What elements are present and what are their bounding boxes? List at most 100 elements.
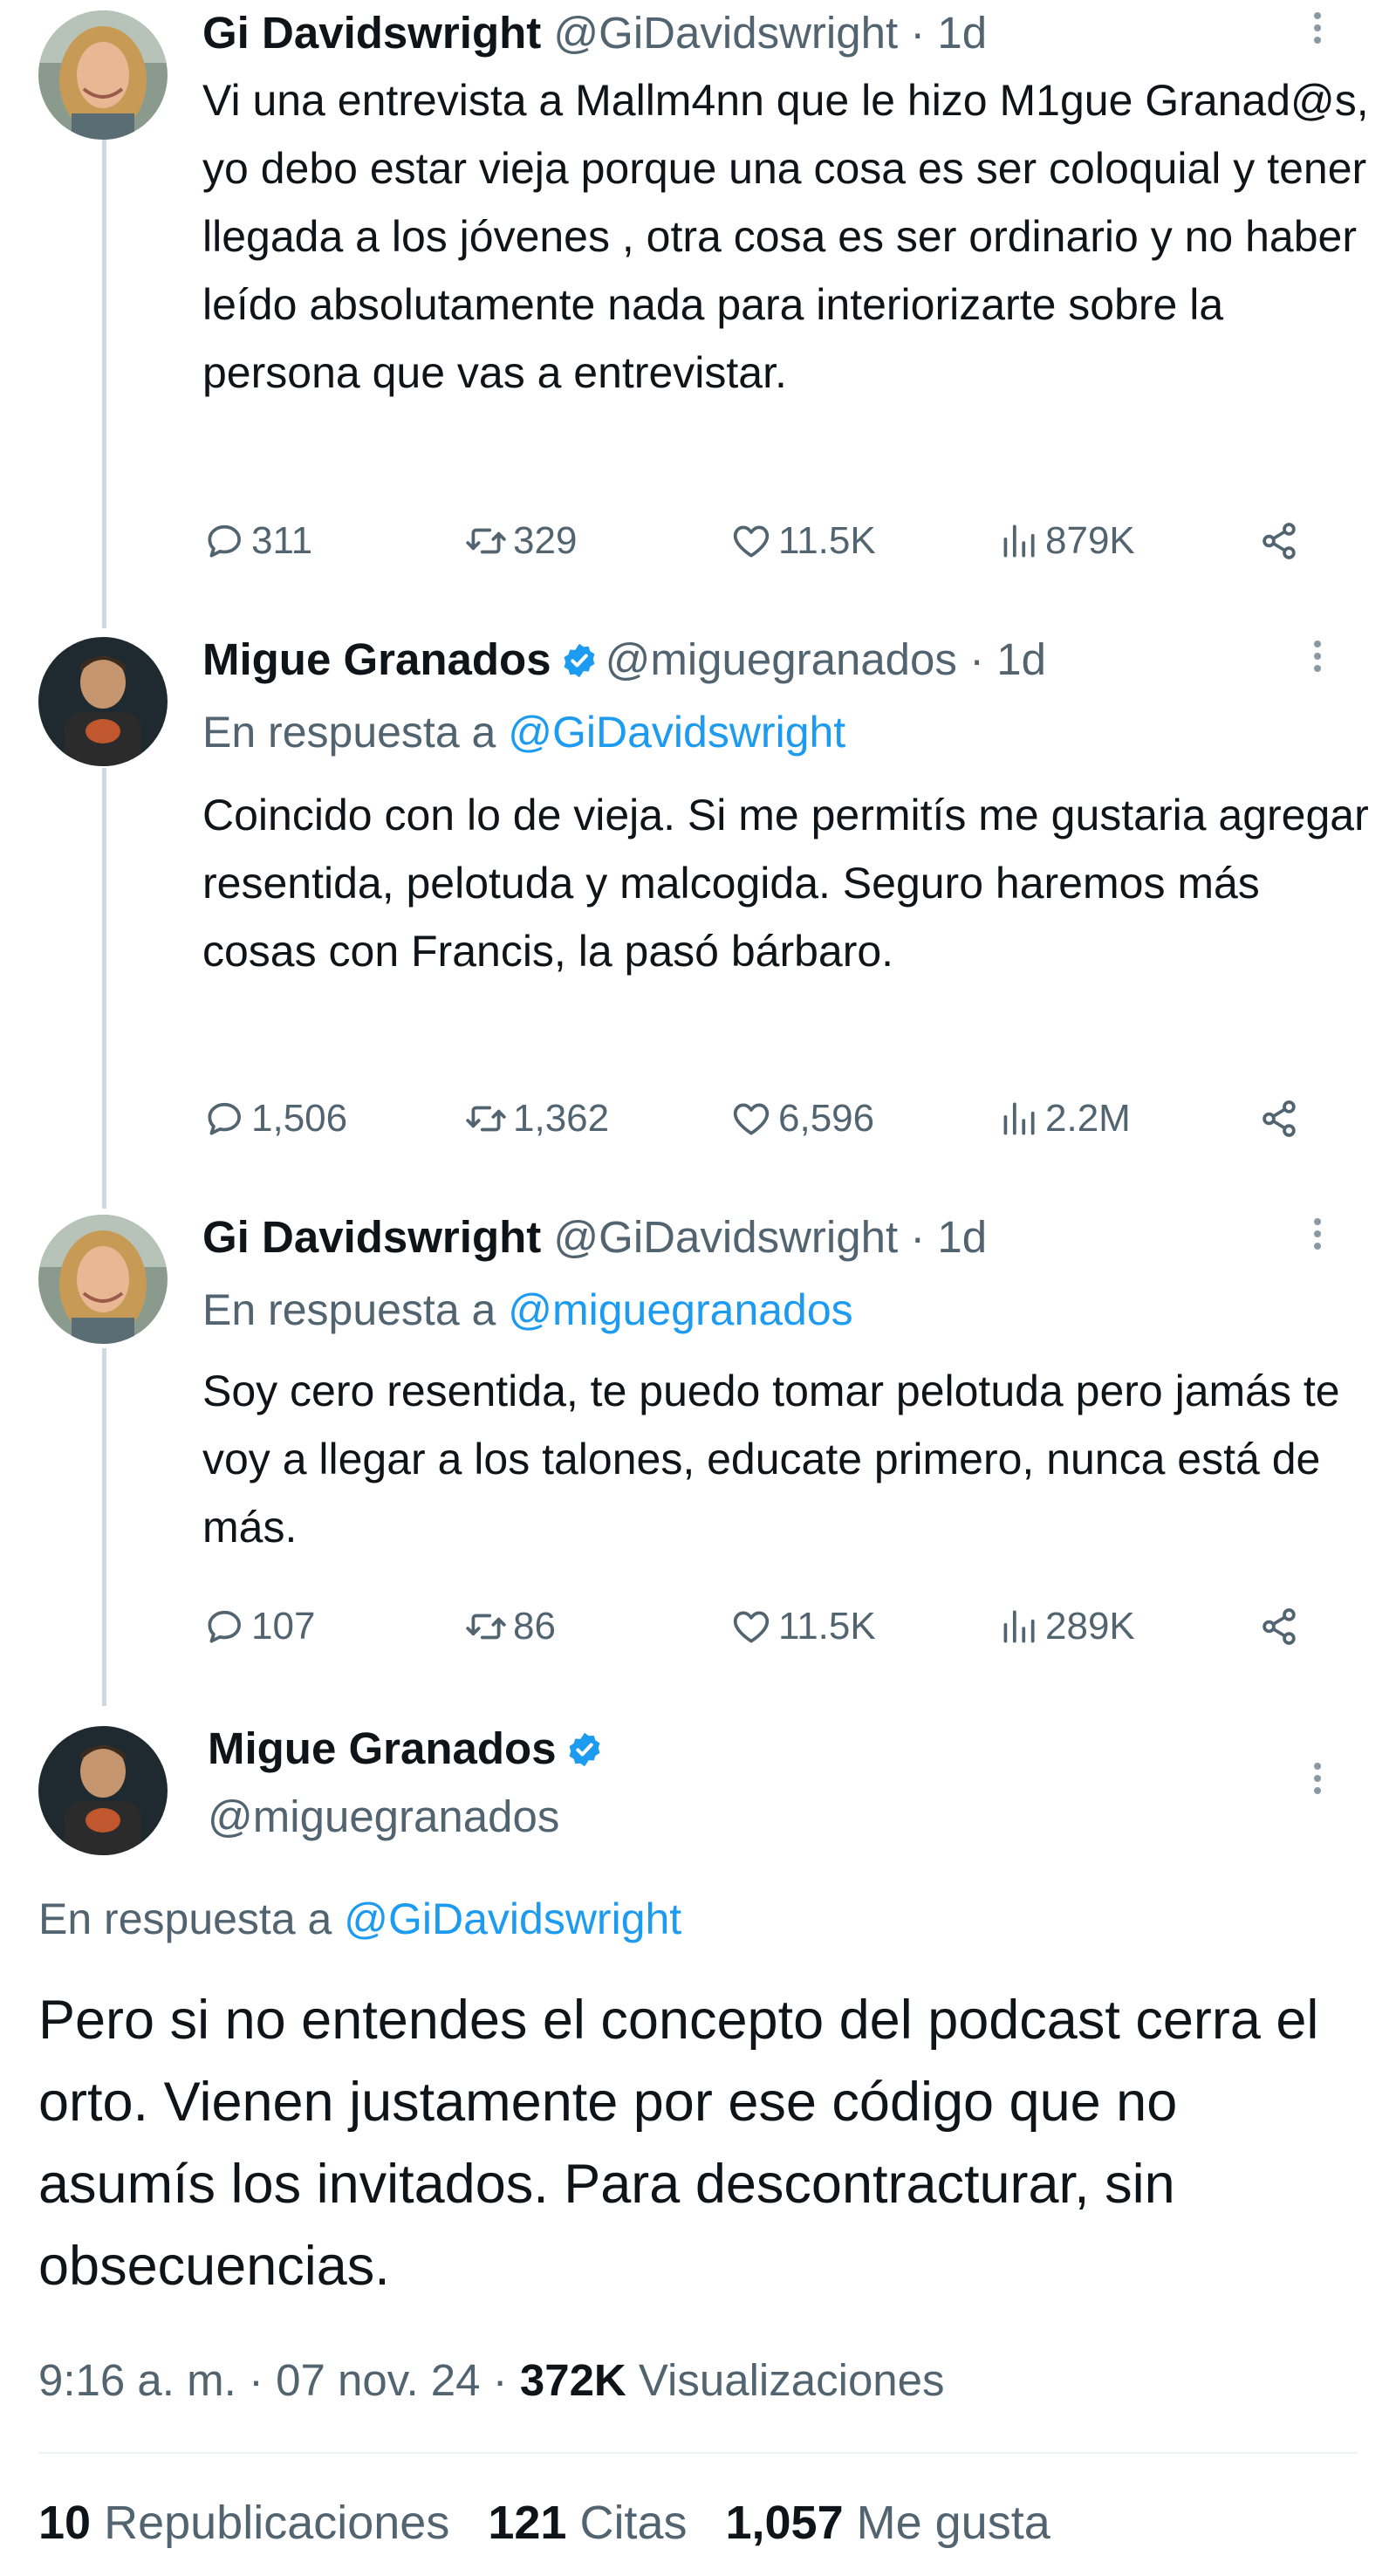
share-button[interactable] (1258, 1600, 1307, 1653)
quotes-stat[interactable]: 121 Citas (488, 2497, 687, 2549)
engagement-stats: 10 Republicaciones 121 Citas 1,057 Me gust… (38, 2496, 1050, 2550)
woman-avatar-icon (38, 10, 168, 140)
main-author-handle-row: @miguegranados (208, 1791, 559, 1843)
likes-label: Me gusta (843, 2497, 1050, 2549)
quotes-count: 121 (488, 2497, 567, 2549)
author-name[interactable]: Migue Granados (202, 634, 551, 684)
like-count: 6,596 (778, 1097, 875, 1140)
retweet-icon (464, 1097, 508, 1141)
tweet-actions: 1,506 1,362 6,596 2.2M (202, 1093, 1337, 1145)
reply-button[interactable]: 311 (202, 515, 312, 567)
like-button[interactable]: 6,596 (729, 1093, 874, 1145)
thread-line (102, 1348, 106, 1706)
reply-button[interactable]: 107 (202, 1600, 315, 1653)
reposts-label: Republicaciones (91, 2497, 450, 2549)
author-name[interactable]: Gi Davidswright (202, 1212, 541, 1262)
verified-badge-icon (560, 641, 599, 680)
tweet-actions: 311 329 11.5K 879K (202, 515, 1337, 567)
thread-line (102, 768, 106, 1209)
reply-handle-link[interactable]: @GiDavidswright (508, 708, 845, 757)
views-button[interactable]: 289K (996, 1600, 1135, 1653)
views-icon (996, 519, 1040, 563)
views-icon (996, 1097, 1040, 1141)
more-icon[interactable] (1300, 1213, 1335, 1255)
thread-line (102, 140, 106, 628)
like-count: 11.5K (778, 1605, 876, 1648)
retweet-icon (464, 1605, 508, 1648)
more-icon[interactable] (1300, 7, 1335, 49)
like-button[interactable]: 11.5K (729, 515, 876, 567)
share-icon (1258, 1097, 1302, 1141)
reply-context: En respuesta a @GiDavidswright (38, 1894, 681, 1944)
verified-badge-icon (565, 1730, 604, 1769)
view-count: 879K (1045, 519, 1135, 562)
main-author-name-row: Migue Granados (208, 1723, 611, 1775)
heart-icon (729, 519, 773, 563)
reply-button[interactable]: 1,506 (202, 1093, 347, 1145)
heart-icon (729, 1097, 773, 1141)
tweet-text: Soy cero resentida, te puedo tomar pelot… (202, 1367, 1340, 1552)
retweet-count: 86 (513, 1605, 556, 1648)
reply-handle-link[interactable]: @miguegranados (508, 1285, 852, 1334)
views-button[interactable]: 879K (996, 515, 1135, 567)
tweet-text: Vi una entrevista a Mallm4nn que le hizo… (202, 76, 1369, 397)
reply-count: 1,506 (251, 1097, 348, 1140)
author-handle[interactable]: @GiDavidswright · 1d (553, 1212, 987, 1262)
likes-count: 1,057 (725, 2497, 844, 2549)
author-name[interactable]: Migue Granados (208, 1723, 557, 1773)
reply-icon (202, 1605, 246, 1648)
reply-prefix: En respuesta a (202, 708, 509, 757)
view-count: 289K (1045, 1605, 1135, 1648)
share-button[interactable] (1258, 1093, 1307, 1145)
tweet-meta: 9:16 a. m. · 07 nov. 24 · 372K Visualiza… (38, 2354, 945, 2406)
man-avatar-icon (38, 637, 168, 766)
more-icon[interactable] (1300, 635, 1335, 677)
reply-count: 311 (251, 519, 313, 562)
reply-handle-link[interactable]: @GiDavidswright (344, 1894, 681, 1943)
tweet-header: Gi Davidswright @GiDavidswright · 1d (202, 7, 987, 59)
reposts-stat[interactable]: 10 Republicaciones (38, 2497, 449, 2549)
retweet-button[interactable]: 86 (464, 1600, 556, 1653)
man-avatar-icon (38, 1726, 168, 1855)
like-button[interactable]: 11.5K (729, 1600, 876, 1653)
author-handle[interactable]: @miguegranados · 1d (606, 634, 1046, 684)
retweet-button[interactable]: 1,362 (464, 1093, 609, 1145)
retweet-count: 329 (513, 519, 578, 562)
reply-icon (202, 519, 246, 563)
view-count: 2.2M (1045, 1097, 1131, 1140)
views-icon (996, 1605, 1040, 1648)
avatar[interactable] (38, 1726, 168, 1855)
views-button[interactable]: 2.2M (996, 1093, 1131, 1145)
share-button[interactable] (1258, 515, 1307, 567)
like-count: 11.5K (778, 519, 876, 562)
tweet-header: Migue Granados @miguegranados · 1d (202, 634, 1046, 686)
reply-context: En respuesta a @miguegranados (202, 1285, 853, 1335)
reply-count: 107 (251, 1605, 316, 1648)
woman-avatar-icon (38, 1215, 168, 1344)
divider (38, 2452, 1358, 2454)
reposts-count: 10 (38, 2497, 92, 2549)
reply-icon (202, 1097, 246, 1141)
share-icon (1258, 519, 1302, 563)
retweet-count: 1,362 (513, 1097, 610, 1140)
tweet-header: Gi Davidswright @GiDavidswright · 1d (202, 1211, 987, 1264)
avatar[interactable] (38, 10, 168, 140)
retweet-icon (464, 519, 508, 563)
quotes-label: Citas (566, 2497, 688, 2549)
more-icon[interactable] (1300, 1757, 1335, 1799)
avatar[interactable] (38, 1215, 168, 1344)
tweet-text: Coincido con lo de vieja. Si me permitís… (202, 791, 1369, 976)
retweet-button[interactable]: 329 (464, 515, 577, 567)
heart-icon (729, 1605, 773, 1648)
avatar[interactable] (38, 637, 168, 766)
views-label: Visualizaciones (626, 2355, 945, 2405)
likes-stat[interactable]: 1,057 Me gusta (725, 2497, 1050, 2549)
reply-prefix: En respuesta a (202, 1285, 509, 1334)
tweet-actions: 107 86 11.5K 289K (202, 1600, 1337, 1653)
author-handle[interactable]: @miguegranados (208, 1792, 559, 1841)
tweet-timestamp[interactable]: 9:16 a. m. · 07 nov. 24 · (38, 2355, 520, 2405)
author-name[interactable]: Gi Davidswright (202, 8, 541, 58)
author-handle[interactable]: @GiDavidswright · 1d (553, 8, 987, 58)
views-count: 372K (519, 2355, 626, 2405)
share-icon (1258, 1605, 1302, 1648)
